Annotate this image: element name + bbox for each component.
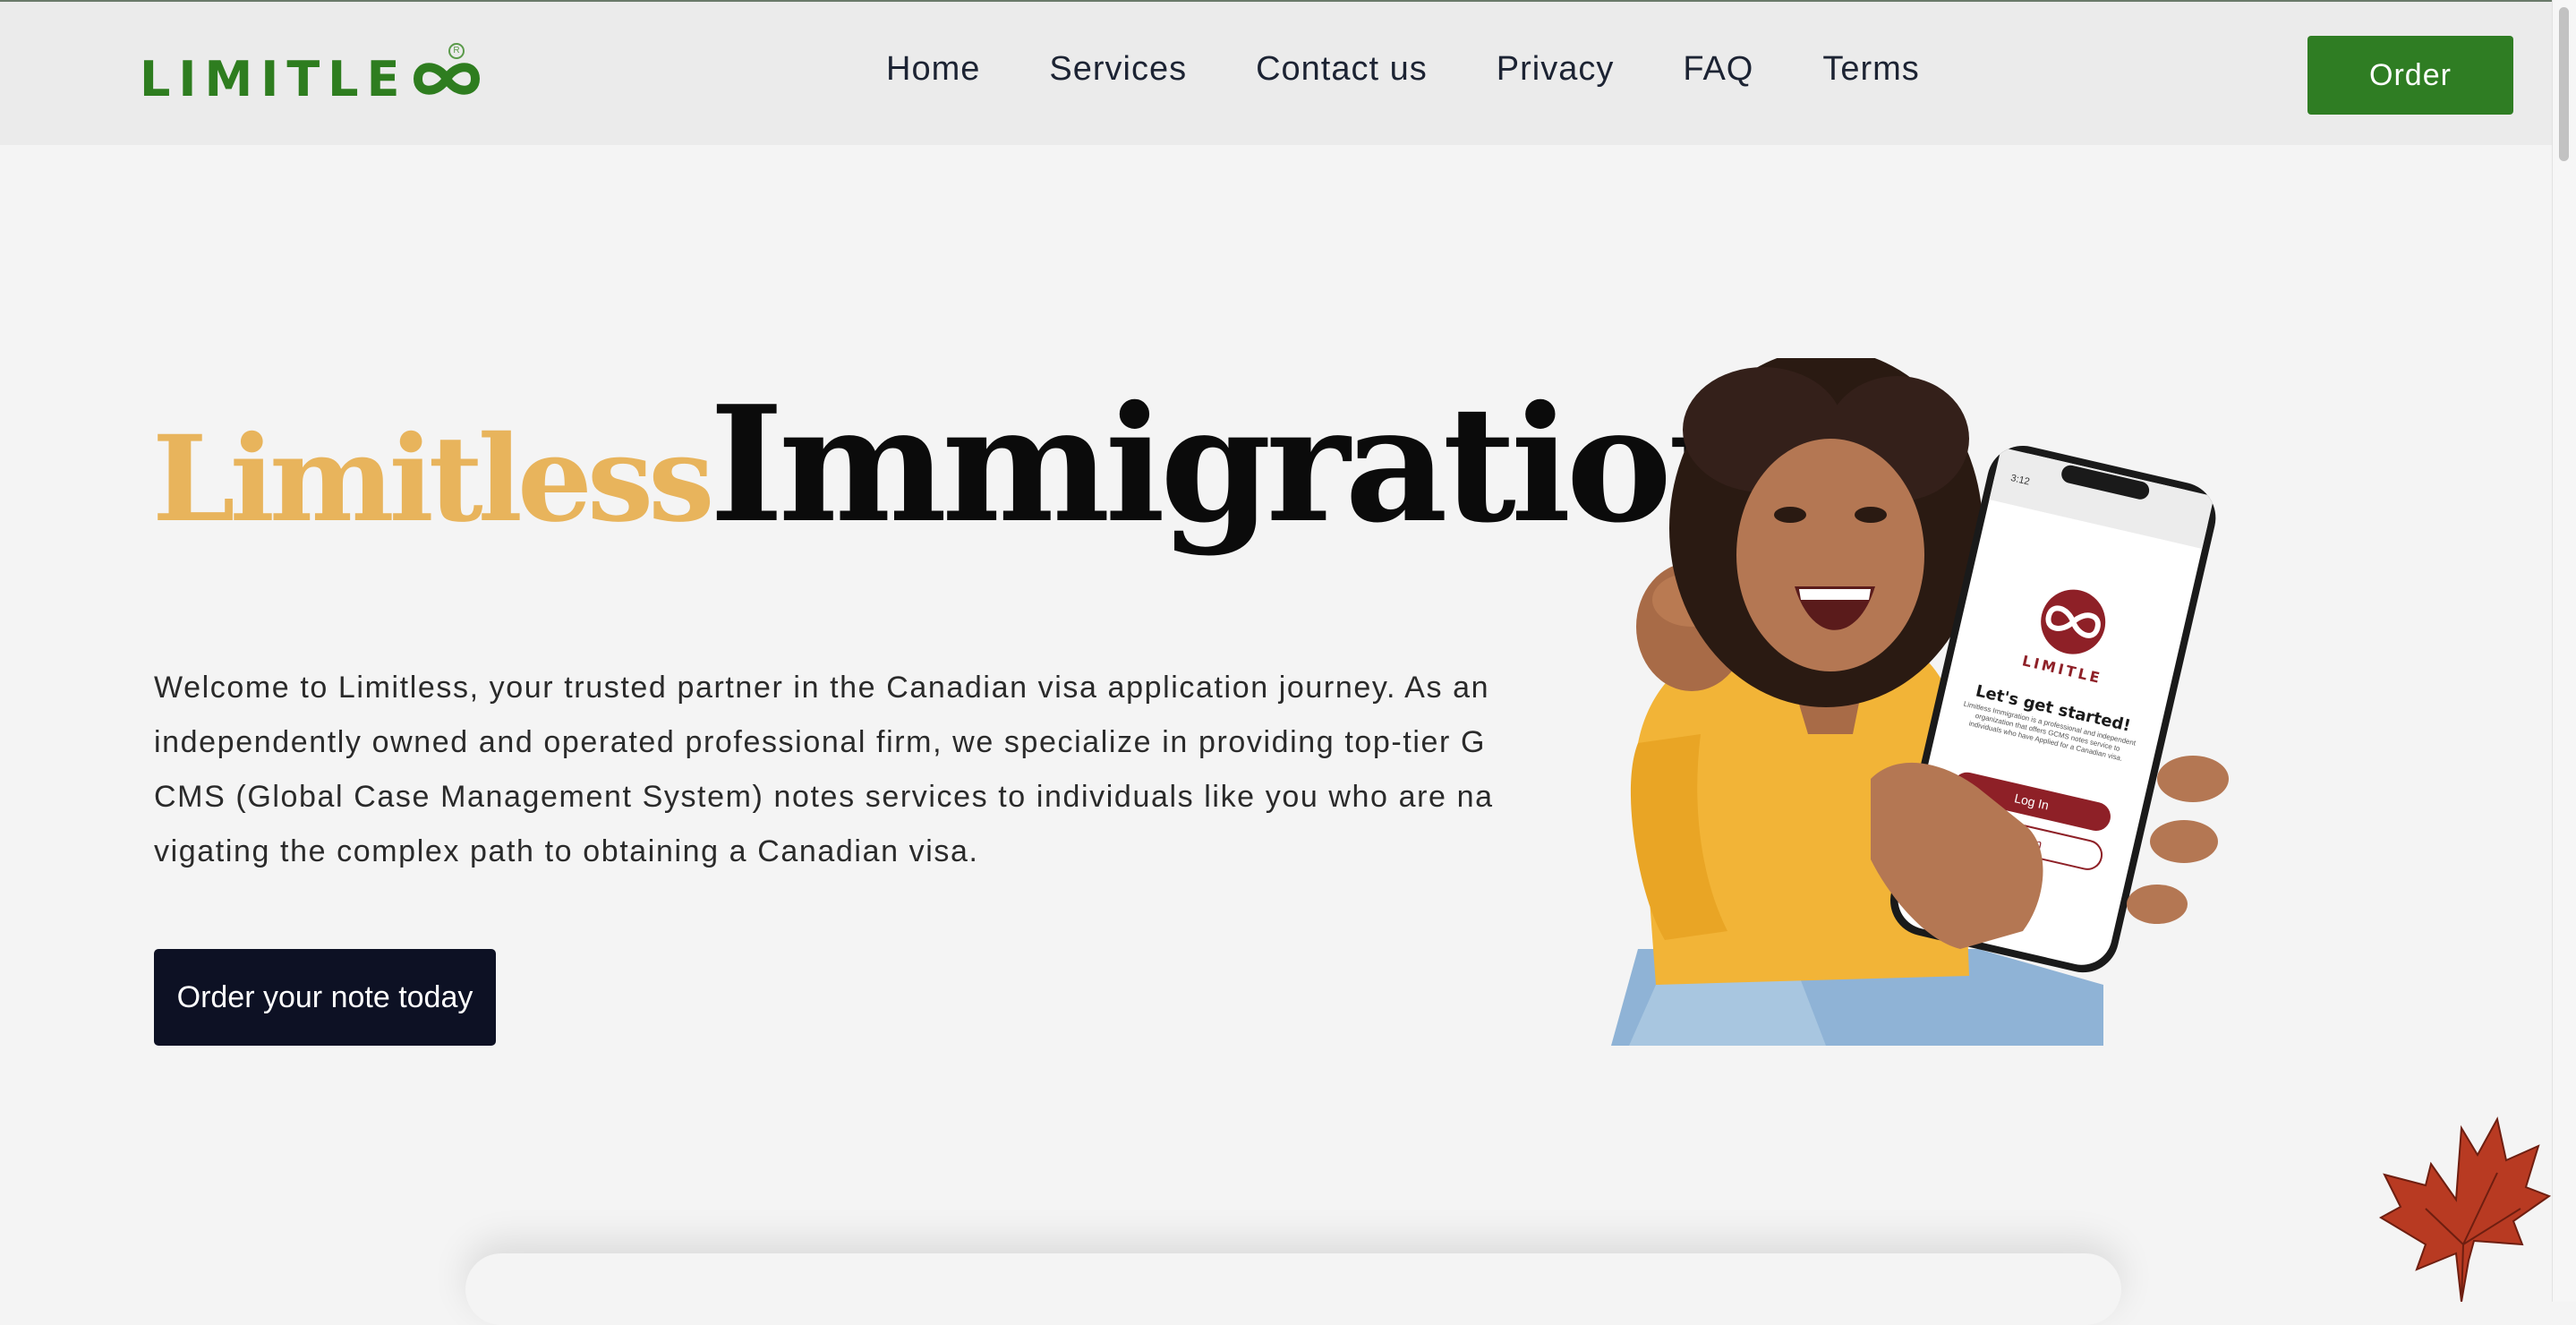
nav-privacy[interactable]: Privacy bbox=[1497, 50, 1615, 89]
logo-wordmark: LIMITLE bbox=[140, 50, 408, 107]
nav-faq[interactable]: FAQ bbox=[1683, 50, 1753, 89]
hero-description: Welcome to Limitless, your trusted partn… bbox=[154, 671, 1494, 868]
site-logo[interactable]: LIMITLE R bbox=[140, 43, 484, 115]
page-scrollbar[interactable] bbox=[2552, 0, 2576, 1302]
hero-title: LimitlessImmigration bbox=[152, 385, 1783, 544]
main-nav: Home Services Contact us Privacy FAQ Ter… bbox=[886, 50, 1920, 89]
maple-leaf-icon bbox=[2378, 1116, 2551, 1302]
order-button[interactable]: Order bbox=[2307, 36, 2513, 115]
order-note-button[interactable]: Order your note today bbox=[154, 949, 496, 1046]
scrollbar-thumb[interactable] bbox=[2559, 7, 2569, 161]
hero-woman-with-phone-image: 3:12 LIMITLE Let's get started! Limitles… bbox=[1611, 358, 2229, 1046]
registered-mark-icon: R bbox=[448, 43, 465, 59]
hero-title-limitless: Limitless bbox=[152, 410, 714, 549]
nav-home[interactable]: Home bbox=[886, 50, 980, 89]
nav-services[interactable]: Services bbox=[1049, 50, 1187, 89]
nav-contact-us[interactable]: Contact us bbox=[1256, 50, 1428, 89]
content-card-edge bbox=[465, 1253, 2121, 1325]
site-header: LIMITLE R Home Services Contact us Priva… bbox=[0, 0, 2576, 145]
infinity-icon bbox=[414, 63, 481, 95]
nav-terms[interactable]: Terms bbox=[1822, 50, 1919, 89]
